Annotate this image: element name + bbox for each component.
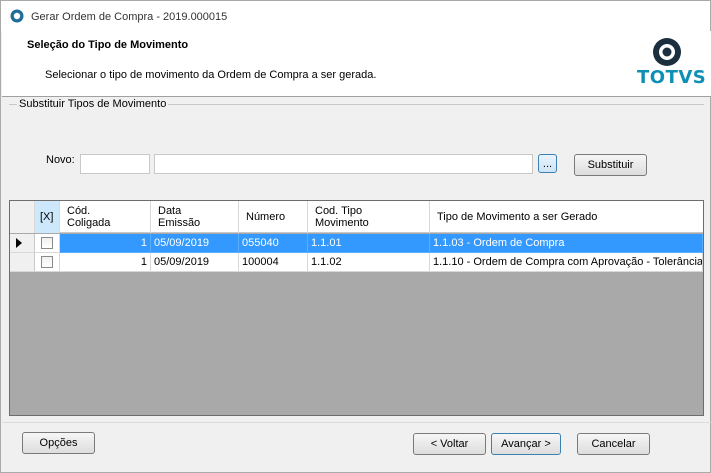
row-indicator: [10, 253, 35, 272]
voltar-button[interactable]: < Voltar: [413, 433, 486, 455]
table-row[interactable]: 1 05/09/2019 100004 1.1.02 1.1.10 - Orde…: [10, 253, 703, 272]
col-numero[interactable]: Número: [239, 201, 308, 233]
col-cod-coligada[interactable]: Cód. Coligada: [60, 201, 151, 233]
col-data-emissao-line1: Data: [158, 205, 182, 217]
select-all-header[interactable]: [X]: [35, 201, 60, 233]
footer-divider: [2, 422, 711, 423]
cell-cod-coligada: 1: [60, 253, 151, 272]
col-cod-tipo-movimento-line2: Movimento: [315, 217, 369, 229]
substituir-button[interactable]: Substituir: [574, 154, 647, 176]
cell-numero: 055040: [239, 234, 308, 253]
col-cod-tipo-movimento-line1: Cod. Tipo: [315, 205, 363, 217]
row-checkbox[interactable]: [41, 237, 53, 249]
col-cod-tipo-movimento[interactable]: Cod. Tipo Movimento: [308, 201, 430, 233]
lookup-button[interactable]: ...: [538, 154, 557, 173]
opcoes-button[interactable]: Opções: [22, 432, 95, 454]
cell-numero: 100004: [239, 253, 308, 272]
row-checkbox[interactable]: [41, 256, 53, 268]
col-tipo-gerado[interactable]: Tipo de Movimento a ser Gerado: [430, 201, 703, 233]
logo-text: TOTVS: [637, 67, 707, 88]
window-title: Gerar Ordem de Compra - 2019.000015: [31, 11, 228, 23]
table-row[interactable]: 1 05/09/2019 055040 1.1.01 1.1.03 - Orde…: [10, 234, 703, 253]
page-subtitle: Selecionar o tipo de movimento da Ordem …: [45, 69, 377, 81]
app-icon: [10, 9, 24, 23]
wizard-window: Gerar Ordem de Compra - 2019.000015 Sele…: [0, 0, 711, 473]
row-indicator: [10, 234, 35, 253]
cell-tipo-gerado: 1.1.03 - Ordem de Compra: [430, 234, 703, 253]
totvs-logo-icon: [653, 38, 681, 66]
header-indicator: [10, 201, 35, 233]
col-data-emissao[interactable]: Data Emissão: [151, 201, 239, 233]
cell-data-emissao: 05/09/2019: [151, 234, 239, 253]
cell-cod-coligada: 1: [60, 234, 151, 253]
col-data-emissao-line2: Emissão: [158, 217, 201, 229]
cell-cod-tipo-movimento: 1.1.02: [308, 253, 430, 272]
novo-code-input[interactable]: [80, 154, 150, 174]
cell-tipo-gerado: 1.1.10 - Ordem de Compra com Aprovação -…: [430, 253, 703, 272]
substituir-group-label: Substituir Tipos de Movimento: [17, 98, 169, 110]
avancar-button[interactable]: Avançar >: [491, 433, 561, 455]
novo-description-input[interactable]: [154, 154, 533, 174]
cancelar-button[interactable]: Cancelar: [577, 433, 650, 455]
page-title: Seleção do Tipo de Movimento: [27, 39, 189, 51]
cell-cod-tipo-movimento: 1.1.01: [308, 234, 430, 253]
movements-grid: [X] Cód. Coligada Data Emissão Número Co…: [9, 200, 704, 416]
novo-label: Novo:: [46, 154, 75, 166]
totvs-logo: TOTVS: [634, 37, 707, 93]
col-cod-coligada-line1: Cód.: [67, 205, 91, 217]
row-checkbox-cell: [35, 234, 60, 253]
title-bar: Gerar Ordem de Compra - 2019.000015: [1, 1, 710, 31]
col-cod-coligada-line2: Coligada: [67, 217, 111, 229]
grid-header: [X] Cód. Coligada Data Emissão Número Co…: [10, 201, 703, 233]
row-pointer-icon: [16, 238, 22, 248]
row-checkbox-cell: [35, 253, 60, 272]
wizard-header: Seleção do Tipo de Movimento Selecionar …: [2, 31, 711, 97]
cell-data-emissao: 05/09/2019: [151, 253, 239, 272]
